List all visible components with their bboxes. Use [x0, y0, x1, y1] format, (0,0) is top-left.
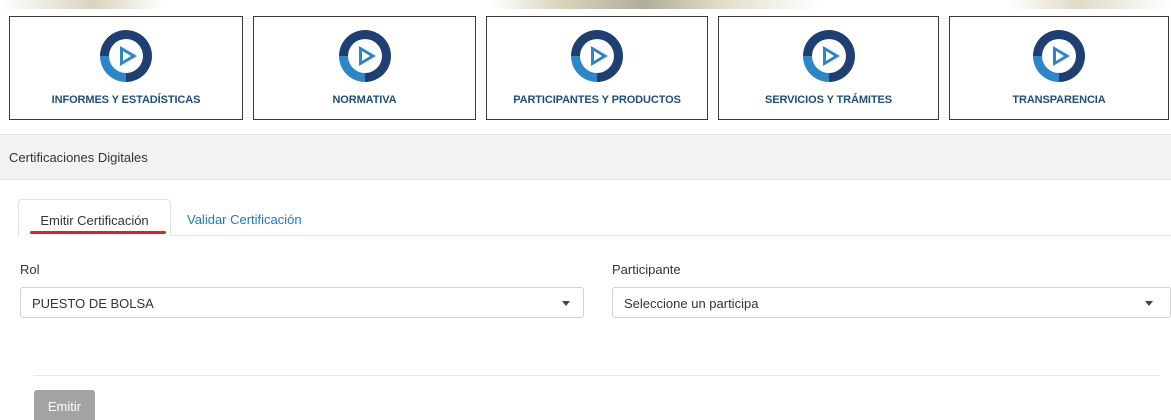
logo-icon [571, 30, 623, 82]
rol-label: Rol [20, 262, 40, 277]
tile-informes-estadisticas[interactable]: INFORMES Y ESTADÍSTICAS [9, 16, 243, 120]
logo-icon [1033, 30, 1085, 82]
rol-select[interactable]: PUESTO DE BOLSA [20, 287, 584, 318]
participante-select[interactable]: Seleccione un participa [612, 287, 1171, 318]
tile-label: INFORMES Y ESTADÍSTICAS [51, 94, 201, 106]
emit-button[interactable]: Emitir [34, 390, 95, 420]
caret-down-icon [562, 301, 570, 306]
tile-label: SERVICIOS Y TRÁMITES [765, 94, 892, 106]
logo-icon [338, 30, 391, 82]
tab-validar-certificacion[interactable]: Validar Certificación [187, 199, 302, 236]
active-tab-underline [30, 231, 166, 234]
participante-select-value: Seleccione un participa [624, 296, 759, 311]
tile-normativa[interactable]: NORMATIVA [253, 16, 476, 120]
tile-participantes-productos[interactable]: PARTICIPANTES Y PRODUCTOS [486, 16, 708, 120]
section-header: Certificaciones Digitales [0, 134, 1171, 180]
logo-icon [802, 30, 855, 82]
participante-label: Participante [612, 262, 681, 277]
tile-servicios-tramites[interactable]: SERVICIOS Y TRÁMITES [718, 16, 939, 120]
logo-icon [100, 30, 152, 82]
rol-select-value: PUESTO DE BOLSA [32, 296, 154, 311]
caret-down-icon [1145, 301, 1153, 306]
tile-label: TRANSPARENCIA [1012, 94, 1106, 106]
section-title: Certificaciones Digitales [9, 150, 148, 165]
tile-label: NORMATIVA [332, 94, 397, 106]
tile-transparencia[interactable]: TRANSPARENCIA [949, 16, 1169, 120]
form-divider [34, 375, 1159, 376]
tile-label: PARTICIPANTES Y PRODUCTOS [513, 94, 681, 106]
header-image-strip [0, 0, 1171, 9]
